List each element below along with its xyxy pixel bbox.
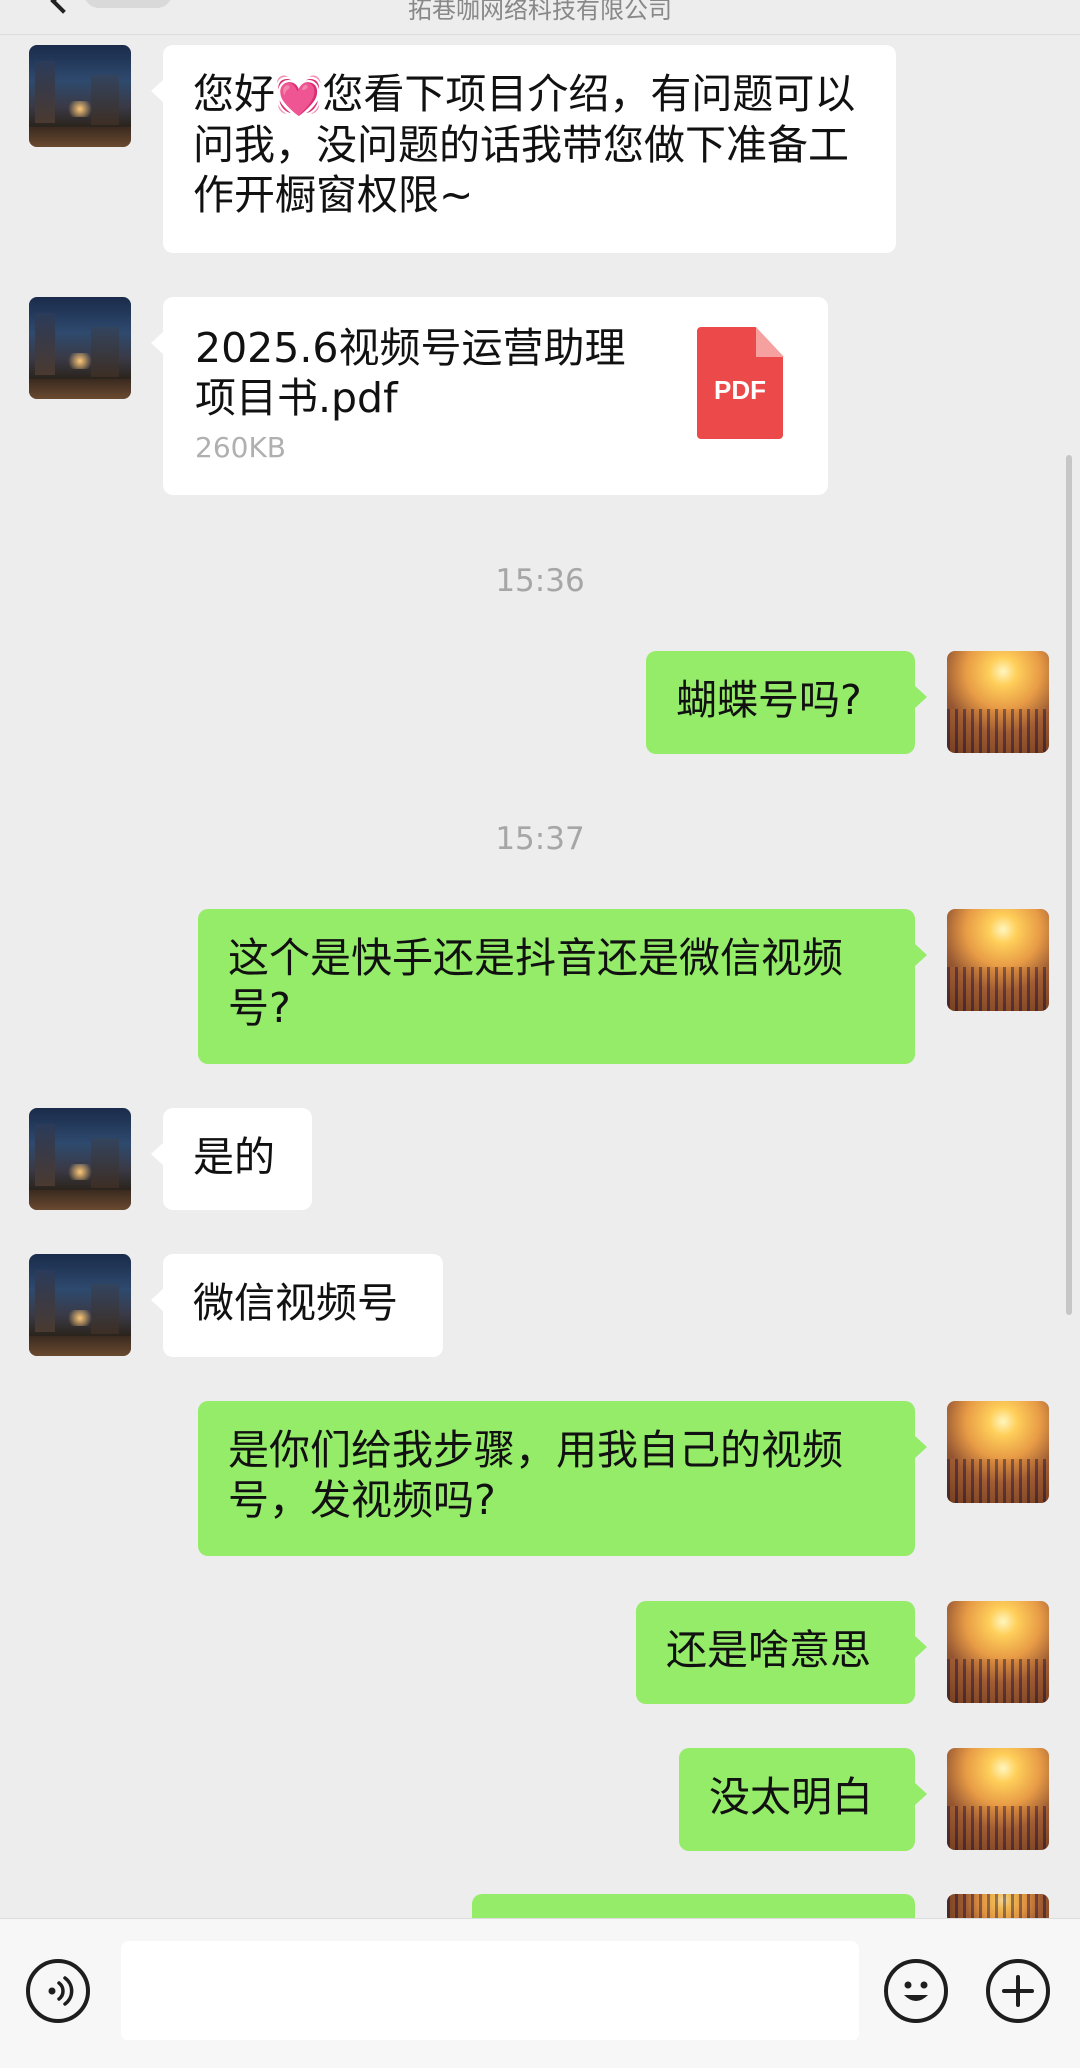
my-avatar[interactable]: [947, 1601, 1049, 1703]
message-input[interactable]: [121, 1941, 859, 2041]
plus-button[interactable]: [986, 1959, 1050, 2023]
message-bubble-incoming[interactable]: 您好💓您看下项目介绍，有问题可以问我，没问题的话我带您做下准备工作开橱窗权限~: [151, 45, 896, 253]
message-bubble-outgoing[interactable]: 是你们给我步骤，用我自己的视频号，发视频吗?: [198, 1401, 927, 1556]
heart-emoji-icon: 💓: [275, 73, 323, 117]
timestamp: 15:37: [495, 821, 585, 857]
message-text: 还是啥意思: [666, 1626, 871, 1674]
file-message-card[interactable]: 2025.6视频号运营助理项目书.pdf 260KB PDF: [151, 297, 828, 495]
chat-subtitle: 拓巷咖网络科技有限公司: [408, 0, 672, 24]
chat-header: 拓巷咖网络科技有限公司: [0, 0, 1080, 35]
message-text: 没太明白: [709, 1773, 873, 1821]
message-bubble-incoming[interactable]: 微信视频号: [151, 1254, 443, 1357]
voice-button[interactable]: [26, 1959, 90, 2023]
message-text: 微信视频号: [193, 1279, 398, 1327]
message-text: 是你们给我步骤，用我自己的视频号，发视频吗?: [228, 1426, 843, 1524]
file-name: 2025.6视频号运营助理项目书.pdf: [195, 324, 626, 422]
message-text: 这个是快手还是抖音还是微信视频号?: [228, 934, 843, 1032]
contact-avatar[interactable]: [29, 1254, 131, 1356]
message-bubble-incoming[interactable]: 是的: [151, 1108, 312, 1210]
message-text: 是的: [193, 1133, 275, 1181]
contact-avatar[interactable]: [29, 1108, 131, 1210]
chat-screen: 拓巷咖网络科技有限公司 您好💓您看下项目介绍，有问题可以问我，没问题的话我带您做…: [0, 0, 1080, 2068]
message-bubble-outgoing[interactable]: 蝴蝶号吗?: [646, 651, 927, 754]
scrollbar[interactable]: [1066, 455, 1072, 1315]
plus-icon: [1002, 1975, 1034, 2007]
my-avatar[interactable]: [947, 1748, 1049, 1850]
pdf-fold-decoration: [756, 327, 784, 357]
message-text: 您好: [193, 70, 275, 118]
my-avatar[interactable]: [947, 909, 1049, 1011]
pdf-label: PDF: [714, 375, 766, 405]
contact-avatar[interactable]: [29, 297, 131, 399]
my-avatar[interactable]: [947, 1401, 1049, 1503]
message-bubble-outgoing[interactable]: 没太明白: [679, 1748, 927, 1851]
voice-icon: [48, 1976, 74, 2006]
message-bubble-outgoing[interactable]: 还是啥意思: [636, 1601, 927, 1704]
file-size: 260KB: [195, 431, 287, 464]
emoji-button[interactable]: [884, 1959, 948, 2023]
contact-avatar[interactable]: [29, 45, 131, 147]
timestamp: 15:36: [495, 563, 585, 599]
smiley-icon: [904, 1981, 928, 2001]
message-bubble-outgoing[interactable]: 这个是快手还是抖音还是微信视频号?: [198, 909, 927, 1064]
message-text: 蝴蝶号吗?: [676, 676, 862, 724]
my-avatar[interactable]: [947, 651, 1049, 753]
home-indicator-area: [0, 2040, 1080, 2068]
